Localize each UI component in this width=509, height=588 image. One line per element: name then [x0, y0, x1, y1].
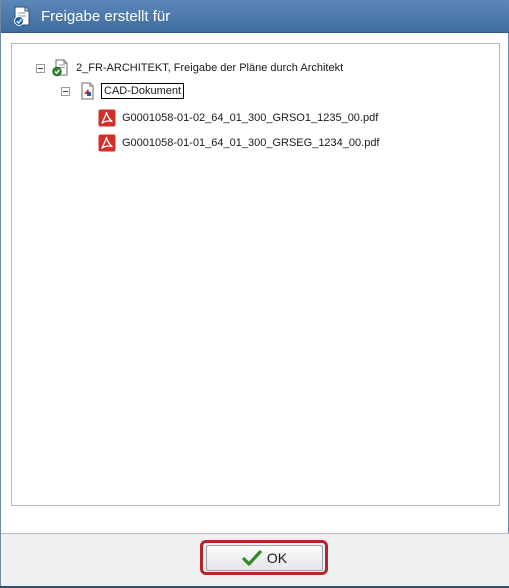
tree-node-cad-document[interactable]: CAD-Dokument [61, 81, 185, 101]
pdf-icon [98, 109, 116, 127]
ok-button-label: OK [266, 550, 288, 566]
document-approval-icon [14, 6, 30, 26]
tree-node-pdf-file[interactable]: G0001058-01-01_64_01_300_GRSEG_1234_00.p… [98, 133, 380, 153]
cad-document-icon [81, 82, 94, 100]
tree-node-root[interactable]: 2_FR-ARCHITEKT, Freigabe der Pläne durch… [36, 58, 343, 78]
tree-node-label: G0001058-01-02_64_01_300_GRSO1_1235_00.p… [122, 112, 379, 124]
approval-document-icon [52, 59, 68, 77]
collapse-toggle-icon[interactable] [61, 86, 70, 96]
checkmark-icon [242, 550, 262, 566]
tree-node-label: CAD-Dokument [101, 83, 185, 99]
pdf-icon [98, 134, 116, 152]
dialog-title: Freigabe erstellt für [41, 7, 171, 25]
ok-button[interactable]: OK [206, 545, 323, 571]
release-tree-panel: 2_FR-ARCHITEKT, Freigabe der Pläne durch… [11, 43, 500, 506]
dialog-titlebar[interactable]: Freigabe erstellt für [1, 0, 509, 33]
page: g Freigabe erstellt für [0, 0, 509, 588]
tree-node-label: 2_FR-ARCHITEKT, Freigabe der Pläne durch… [76, 62, 344, 74]
tree-node-label: G0001058-01-01_64_01_300_GRSEG_1234_00.p… [122, 137, 380, 149]
release-dialog: Freigabe erstellt für 2_FR-ARCHITEKT, Fr… [0, 0, 509, 586]
tree-node-pdf-file[interactable]: G0001058-01-02_64_01_300_GRSO1_1235_00.p… [98, 108, 378, 128]
collapse-toggle-icon[interactable] [36, 63, 45, 73]
